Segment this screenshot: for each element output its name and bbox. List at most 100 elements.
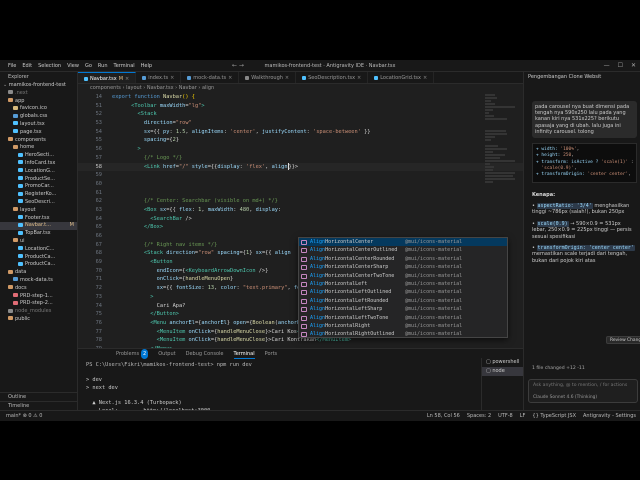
status-item[interactable]: LF — [520, 411, 526, 421]
close-icon[interactable]: × — [423, 72, 427, 83]
tree-item[interactable]: ProductSe... — [0, 176, 77, 184]
tree-item[interactable]: mock-data.ts — [0, 277, 77, 285]
tree-item[interactable]: app — [0, 98, 77, 106]
tree-item[interactable]: docs — [0, 285, 77, 293]
status-left[interactable]: main* ⊗ 0 ⚠ 0 — [6, 411, 42, 421]
close-icon[interactable]: × — [125, 73, 129, 84]
editor-tab[interactable]: Navbar.tsx M × — [78, 72, 137, 84]
tree-item[interactable]: PRD-step-2... — [0, 300, 77, 308]
close-icon[interactable]: × — [357, 72, 361, 83]
chat-input[interactable]: Ask anything, @ to mention, / for action… — [528, 379, 638, 403]
status-item[interactable]: Ln 58, Col 56 — [427, 411, 460, 421]
code-token: maxWidth — [207, 206, 234, 213]
tree-item[interactable]: PRD-step-1... — [0, 293, 77, 301]
tree-item[interactable]: Footer.tsx — [0, 215, 77, 223]
tree-item[interactable]: InfoCard.tsx — [0, 160, 77, 168]
panel-tab-output[interactable]: Output — [158, 349, 175, 359]
suggestion-item[interactable]: AlignHorizontalLeftRounded @mui/icons-mat… — [299, 297, 507, 305]
tree-item[interactable]: Navbar.t... M — [0, 222, 77, 231]
suggestion-item[interactable]: AlignHorizontalLeftTwoTone @mui/icons-mat… — [299, 314, 507, 322]
close-icon[interactable]: × — [228, 72, 232, 83]
status-item[interactable]: Antigravity - Settings — [583, 411, 636, 421]
minimap-line — [485, 94, 496, 96]
outline-section[interactable]: Outline — [0, 392, 78, 401]
line-number: 67 — [95, 241, 102, 248]
tree-item[interactable]: home — [0, 144, 77, 152]
menu-item-go[interactable]: Go — [82, 60, 95, 72]
editor-tab[interactable]: mock-data.ts × — [181, 72, 240, 83]
suggestion-item[interactable]: AlignHorizontalCenterOutlined @mui/icons-… — [299, 246, 507, 254]
tree-item[interactable]: layout — [0, 207, 77, 215]
editor-tab[interactable]: Walkthrough × — [239, 72, 297, 83]
editor-tab[interactable]: SeoDescription.tsx × — [296, 72, 369, 83]
tree-item[interactable]: ui — [0, 238, 77, 246]
suggestion-item[interactable]: AlignHorizontalCenterSharp @mui/icons-mat… — [299, 263, 507, 271]
close-icon[interactable]: × — [285, 72, 289, 83]
code-token: }} — [360, 128, 371, 135]
nav-arrows[interactable]: ← → — [232, 60, 244, 72]
code-key: + height: — [536, 153, 564, 159]
tree-item[interactable]: PromoCar... — [0, 183, 77, 191]
model-selector[interactable]: Claude Sonnet 4.6 (Thinking) — [533, 395, 597, 400]
menu-item-selection[interactable]: Selection — [35, 60, 64, 72]
tree-item[interactable]: public — [0, 316, 77, 324]
tree-item[interactable]: ProductCa... — [0, 254, 77, 262]
tree-item[interactable]: LocationC... — [0, 246, 77, 254]
suggestion-item[interactable]: AlignHorizontalLeftOutlined @mui/icons-ma… — [299, 288, 507, 296]
suggestion-item[interactable]: AlignHorizontalLeftSharp @mui/icons-mater… — [299, 305, 507, 313]
terminal-instance[interactable]: ▢ powershell — [482, 358, 523, 367]
breadcrumb[interactable]: components › layout › Navbar.tsx › Navba… — [78, 84, 523, 93]
close-icon[interactable]: × — [170, 72, 174, 83]
code-line: 52 <Stack — [78, 110, 523, 119]
tree-item[interactable]: page.tsx — [0, 129, 77, 137]
suggestion-item[interactable]: AlignHorizontalLeft @mui/icons-material — [299, 280, 507, 288]
tree-item[interactable]: ProductCa... — [0, 261, 77, 269]
editor-tab[interactable]: LocationGrid.tsx × — [368, 72, 435, 83]
panel-tab-ports[interactable]: Ports — [265, 349, 278, 359]
suggestion-item[interactable]: AlignHorizontalRightOutlined @mui/icons-m… — [299, 330, 507, 337]
tree-item[interactable]: layout.tsx — [0, 121, 77, 129]
close-icon[interactable]: ✕ — [631, 60, 636, 72]
minimap-line — [485, 175, 513, 177]
panel-tab-debug-console[interactable]: Debug Console — [186, 349, 224, 359]
panel-tab-problems[interactable]: Problems — [116, 349, 139, 359]
suggestion-item[interactable]: AlignHorizontalCenterTwoTone @mui/icons-m… — [299, 272, 507, 280]
tree-item[interactable]: components — [0, 137, 77, 145]
files-changed[interactable]: 1 file changed +12 -11 — [532, 366, 638, 371]
minimize-icon[interactable]: — — [604, 60, 610, 72]
panel-tab-terminal[interactable]: Terminal — [233, 349, 255, 359]
suggestion-item[interactable]: AlignHorizontalCenter @mui/icons-material — [299, 238, 507, 247]
menu-item-help[interactable]: Help — [138, 60, 155, 72]
tree-item[interactable]: .next — [0, 90, 77, 98]
editor-tab[interactable]: index.ts × — [136, 72, 182, 83]
tree-item[interactable]: TopBar.tsx — [0, 230, 77, 238]
terminal-instance[interactable]: ▢ node — [482, 367, 523, 376]
tree-item[interactable]: favicon.ico — [0, 105, 77, 113]
file-icon — [8, 316, 13, 321]
tree-item[interactable]: SeoDescri... — [0, 199, 77, 207]
menu-item-file[interactable]: File — [5, 60, 19, 72]
status-item[interactable]: UTF-8 — [498, 411, 513, 421]
panel-tabs: Problems 2 Output Debug Console Terminal Port… — [78, 349, 523, 359]
menu-item-view[interactable]: View — [64, 60, 82, 72]
suggestion-item[interactable]: AlignHorizontalRight @mui/icons-material — [299, 322, 507, 330]
tree-item[interactable]: HeroSecti... — [0, 152, 77, 160]
review-changes-button[interactable]: Review Changes — [606, 336, 640, 344]
tree-item[interactable]: LocationG... — [0, 168, 77, 176]
explorer-root[interactable]: ⌄ mamikos-frontend-test — [0, 82, 77, 90]
tree-item[interactable]: node_modules — [0, 308, 77, 316]
menu-item-run[interactable]: Run — [95, 60, 111, 72]
suggestion-item[interactable]: AlignHorizontalCenterRounded @mui/icons-m… — [299, 255, 507, 263]
menu-item-edit[interactable]: Edit — [19, 60, 35, 72]
maximize-icon[interactable]: ☐ — [618, 60, 623, 72]
tree-item[interactable]: globals.css — [0, 113, 77, 121]
timeline-section[interactable]: Timeline — [0, 401, 78, 410]
status-item[interactable]: Spaces: 2 — [467, 411, 491, 421]
tree-item[interactable]: data — [0, 269, 77, 277]
menu-item-terminal[interactable]: Terminal — [111, 60, 138, 72]
tree-item-label: Footer.tsx — [25, 214, 50, 221]
tree-item[interactable]: RegisterKo... — [0, 191, 77, 199]
terminal-list: ▢ powershell ▢ node — [481, 358, 523, 411]
status-item[interactable]: {} TypeScript JSX — [532, 411, 576, 421]
